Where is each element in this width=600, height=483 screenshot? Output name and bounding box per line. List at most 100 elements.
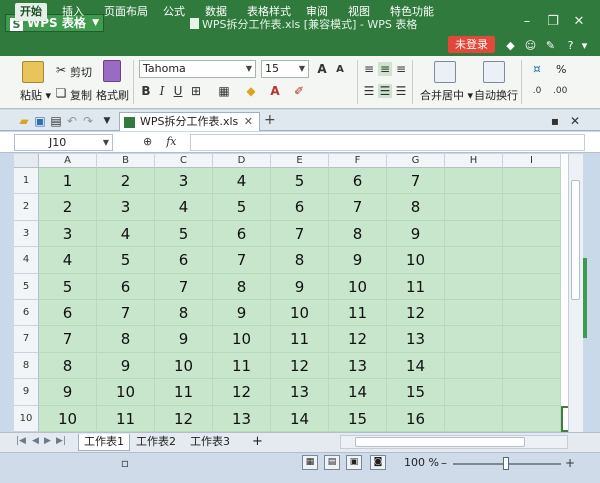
print-preview-icon[interactable]: ▤: [49, 114, 63, 128]
vertical-scroll-thumb[interactable]: [571, 180, 580, 300]
grid-cell[interactable]: [503, 220, 561, 248]
grid-cell[interactable]: 10: [39, 405, 97, 432]
grid-cell[interactable]: 6: [213, 220, 271, 248]
column-header[interactable]: B: [97, 154, 155, 168]
new-tab-button[interactable]: +: [264, 112, 276, 128]
grid-cell[interactable]: 10: [387, 247, 445, 274]
grid-cell[interactable]: [503, 405, 561, 432]
merge-center-icon[interactable]: [434, 61, 456, 83]
align-right-icon[interactable]: ☰: [394, 84, 408, 98]
column-header[interactable]: D: [213, 154, 271, 168]
copy-icon[interactable]: ❏: [54, 86, 68, 100]
grid-cell[interactable]: 8: [39, 352, 97, 380]
grid-cell[interactable]: [503, 247, 561, 274]
grid-cell[interactable]: 4: [155, 194, 213, 221]
close-document-icon[interactable]: ✕: [568, 114, 582, 128]
tab-list-icon[interactable]: ▪: [548, 114, 562, 128]
grid-cell[interactable]: 6: [97, 273, 155, 300]
grid-cell[interactable]: 7: [387, 168, 445, 195]
column-header[interactable]: C: [155, 154, 213, 168]
align-bottom-icon[interactable]: ≡: [394, 62, 408, 76]
increase-font-icon[interactable]: A: [315, 62, 329, 76]
row-header[interactable]: 9: [14, 379, 39, 406]
grid-cell[interactable]: 13: [213, 405, 271, 432]
grid-cell[interactable]: 5: [39, 273, 97, 300]
minimize-icon[interactable]: –: [519, 14, 535, 29]
grid-cell[interactable]: 6: [155, 247, 213, 274]
grid-cell[interactable]: 14: [387, 352, 445, 380]
grid-cell[interactable]: [503, 326, 561, 353]
menu-item[interactable]: 特色功能: [385, 3, 439, 21]
grid-cell[interactable]: 5: [155, 220, 213, 248]
login-button[interactable]: 未登录: [448, 36, 495, 53]
grid-cell[interactable]: 12: [387, 300, 445, 327]
align-middle-icon[interactable]: ≡: [378, 62, 392, 76]
grid-cell[interactable]: [445, 326, 503, 353]
wrap-text-button[interactable]: 自动换行: [474, 87, 518, 103]
grid-cell[interactable]: [503, 379, 561, 406]
quick-access-dropdown-icon[interactable]: ▼: [100, 114, 114, 128]
grid-cell[interactable]: 3: [97, 194, 155, 221]
sheet-tab[interactable]: 工作表1: [78, 434, 130, 451]
menu-item[interactable]: 页面布局: [99, 3, 153, 21]
format-painter-icon[interactable]: [103, 60, 121, 82]
scissors-icon[interactable]: ✂: [54, 63, 68, 77]
zoom-in-icon[interactable]: +: [563, 456, 577, 470]
zoom-slider-thumb[interactable]: [503, 457, 509, 470]
percent-button[interactable]: %: [556, 63, 566, 76]
grid-cell[interactable]: 15: [329, 405, 387, 432]
grid-cell[interactable]: [503, 194, 561, 221]
row-header[interactable]: 7: [14, 326, 39, 353]
grid-cell[interactable]: 9: [155, 326, 213, 353]
grid-cell[interactable]: 11: [387, 273, 445, 300]
menu-item[interactable]: 表格样式: [242, 3, 296, 21]
grid-cell[interactable]: 3: [39, 220, 97, 248]
grid-cell[interactable]: 8: [155, 300, 213, 327]
grid-cell[interactable]: 7: [155, 273, 213, 300]
font-color-icon[interactable]: A: [268, 84, 282, 98]
grid-cell[interactable]: 8: [271, 247, 329, 274]
row-header[interactable]: 3: [14, 220, 39, 248]
decrease-font-icon[interactable]: A: [333, 63, 347, 77]
row-header[interactable]: 10: [14, 405, 39, 432]
open-folder-icon[interactable]: ▰: [17, 114, 31, 128]
row-header[interactable]: 5: [14, 273, 39, 300]
grid-cell[interactable]: [445, 168, 503, 195]
feedback-icon[interactable]: ☺: [524, 39, 537, 52]
menu-item[interactable]: 插入: [57, 3, 89, 21]
grid-cell[interactable]: 6: [329, 168, 387, 195]
grid-cell[interactable]: 10: [213, 326, 271, 353]
menu-item[interactable]: 审阅: [301, 3, 333, 21]
grid-cell[interactable]: 12: [155, 405, 213, 432]
save-icon[interactable]: ▣: [33, 114, 47, 128]
grid-cell[interactable]: 10: [97, 379, 155, 406]
grid-cell[interactable]: [503, 273, 561, 300]
grid-cell[interactable]: [445, 247, 503, 274]
grid-cell[interactable]: 11: [329, 300, 387, 327]
grid-cell[interactable]: [445, 379, 503, 406]
grid-cell[interactable]: [445, 273, 503, 300]
column-header[interactable]: H: [445, 154, 503, 168]
grid-cell[interactable]: 9: [97, 352, 155, 380]
grid-cell[interactable]: 9: [213, 300, 271, 327]
copy-button[interactable]: 复制: [70, 87, 92, 103]
grid-cell[interactable]: [445, 194, 503, 221]
menu-item[interactable]: 公式: [158, 3, 190, 21]
grid-cell[interactable]: 7: [39, 326, 97, 353]
menu-item[interactable]: 开始: [15, 3, 47, 21]
format-painter-button[interactable]: 格式刷: [96, 87, 129, 103]
grid-cell[interactable]: 10: [329, 273, 387, 300]
row-header[interactable]: 2: [14, 194, 39, 221]
add-sheet-button[interactable]: +: [247, 434, 268, 451]
help-dropdown-icon[interactable]: ▾: [578, 39, 591, 52]
align-center-icon[interactable]: ☰: [378, 84, 392, 98]
grid-cell[interactable]: 5: [213, 194, 271, 221]
grid-cell[interactable]: 9: [329, 247, 387, 274]
grid-cell[interactable]: 15: [387, 379, 445, 406]
row-header[interactable]: 4: [14, 247, 39, 274]
help-icon[interactable]: ?: [564, 39, 577, 52]
grid-cell[interactable]: 2: [39, 194, 97, 221]
align-top-icon[interactable]: ≡: [362, 62, 376, 76]
grid-cell[interactable]: 9: [387, 220, 445, 248]
grid-cell[interactable]: 6: [39, 300, 97, 327]
